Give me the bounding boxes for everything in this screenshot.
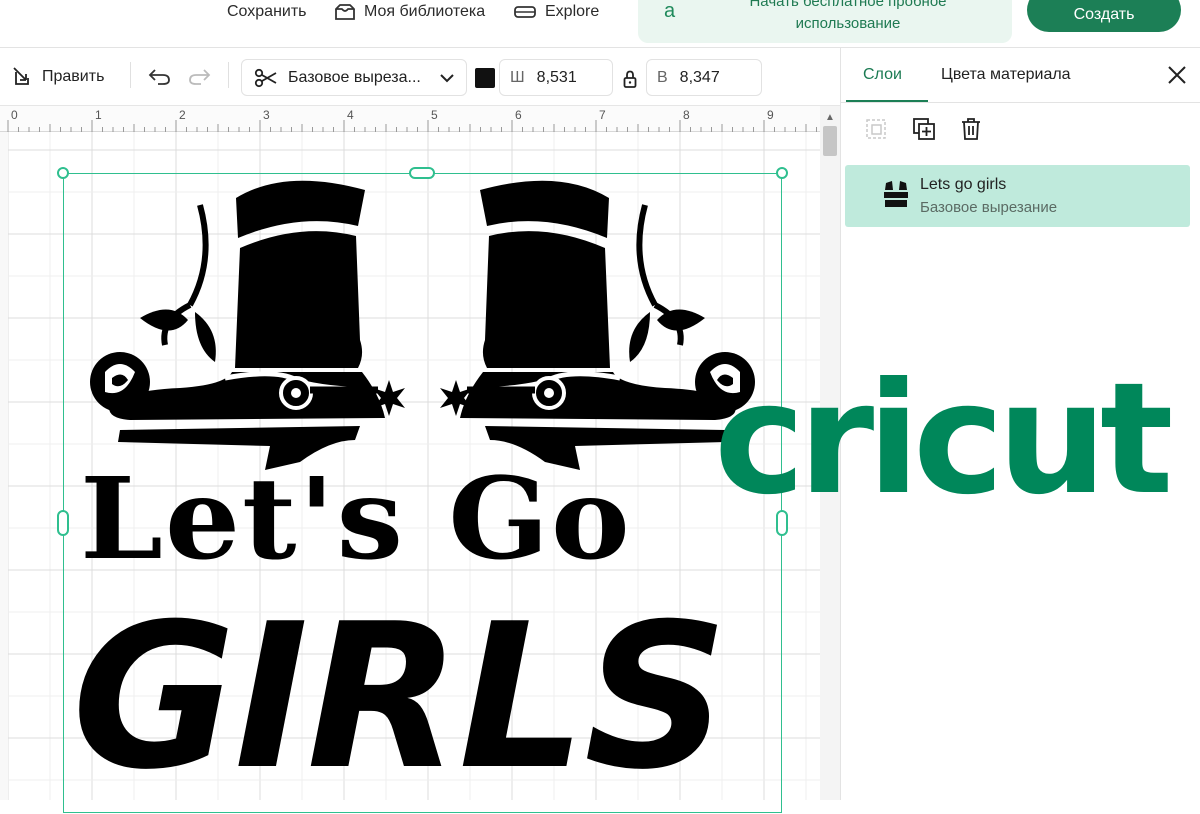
edit-toolbar: Править Базовое выреза... Ш 8,531 В 8,34… xyxy=(0,48,840,106)
scroll-up-icon[interactable]: ▲ xyxy=(825,112,835,123)
selection-frame[interactable] xyxy=(63,173,782,813)
tab-layers[interactable]: Слои xyxy=(863,66,902,84)
chevron-down-icon xyxy=(440,70,454,86)
cricut-access-icon: a xyxy=(664,0,676,22)
resize-handle-top-left[interactable] xyxy=(57,167,69,179)
cricut-logo: cricut xyxy=(714,350,1174,529)
height-field[interactable]: В 8,347 xyxy=(646,59,762,96)
undo-button[interactable] xyxy=(148,66,172,86)
tab-divider xyxy=(841,102,1200,103)
toolbar-divider xyxy=(130,62,131,88)
layer-thumbnail xyxy=(884,181,908,207)
edit-button[interactable]: Править xyxy=(12,66,104,88)
explore-label: Explore xyxy=(545,3,600,20)
scissors-icon xyxy=(254,68,277,87)
height-value: 8,347 xyxy=(679,68,720,86)
tab-material-colors[interactable]: Цвета материала xyxy=(941,66,1071,84)
library-label: Моя библиотека xyxy=(364,3,486,20)
color-swatch[interactable] xyxy=(475,68,495,88)
trash-icon[interactable] xyxy=(958,116,984,142)
trial-text: Начать бесплатное пробное использование xyxy=(749,0,947,32)
width-field[interactable]: Ш 8,531 xyxy=(499,59,613,96)
operation-dropdown[interactable]: Базовое выреза... xyxy=(241,59,467,96)
undo-icon xyxy=(148,69,170,85)
library-link[interactable]: Моя библиотека xyxy=(334,0,485,24)
width-key: Ш xyxy=(510,68,525,86)
layer-operation: Базовое вырезание xyxy=(920,199,1058,216)
redo-icon xyxy=(189,69,211,85)
top-bar: Сохранить Моя библиотека Explore a Начат… xyxy=(0,0,1200,48)
resize-handle-top[interactable] xyxy=(409,167,435,179)
duplicate-icon[interactable] xyxy=(911,116,937,142)
library-icon xyxy=(335,4,355,20)
scroll-thumb[interactable] xyxy=(823,126,837,156)
height-key: В xyxy=(657,68,668,86)
edit-icon xyxy=(13,67,29,85)
machine-icon xyxy=(514,6,536,18)
layer-row[interactable]: Lets go girls Базовое вырезание xyxy=(845,165,1190,227)
layer-tools xyxy=(841,110,1200,154)
width-value: 8,531 xyxy=(536,68,577,86)
create-button[interactable]: Создать xyxy=(1027,0,1181,32)
explore-link[interactable]: Explore xyxy=(513,0,599,24)
lock-icon[interactable] xyxy=(623,70,637,92)
save-link[interactable]: Сохранить xyxy=(227,0,307,24)
close-icon[interactable] xyxy=(1167,64,1187,92)
create-label: Создать xyxy=(1073,6,1135,23)
toolbar-divider xyxy=(228,62,229,88)
redo-button[interactable] xyxy=(187,66,211,86)
resize-handle-left[interactable] xyxy=(57,510,69,536)
operation-label: Базовое выреза... xyxy=(288,68,421,86)
group-icon[interactable] xyxy=(863,116,889,142)
layer-name: Lets go girls xyxy=(920,176,1007,193)
free-trial-banner[interactable]: a Начать бесплатное пробное использовани… xyxy=(638,0,1012,43)
resize-handle-top-right[interactable] xyxy=(776,167,788,179)
edit-label: Править xyxy=(42,68,105,85)
save-label: Сохранить xyxy=(227,3,307,20)
